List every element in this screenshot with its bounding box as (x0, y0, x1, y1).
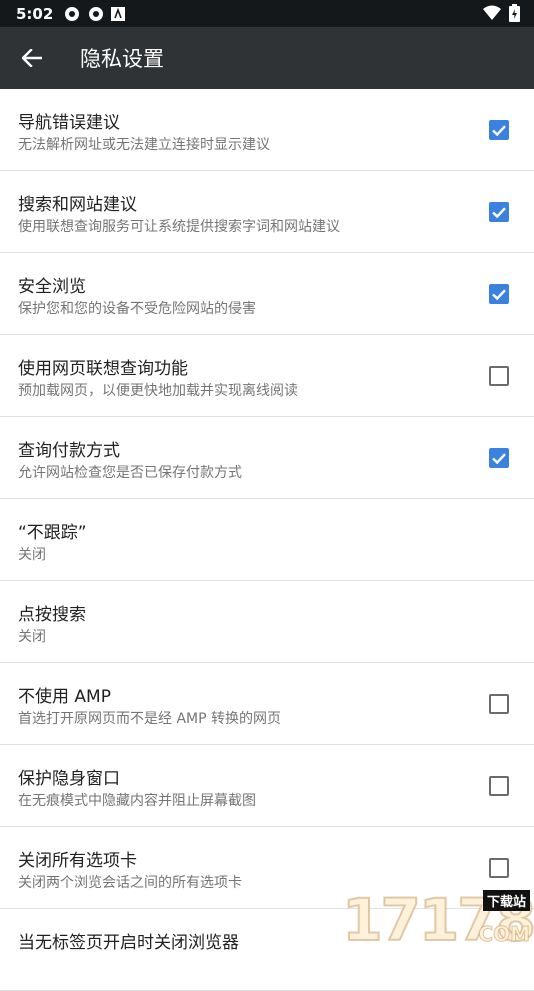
setting-summary: 保护您和您的设备不受危险网站的侵害 (18, 301, 256, 317)
settings-row[interactable]: 保护隐身窗口在无痕模式中隐藏内容并阻止屏幕截图 (0, 745, 534, 827)
setting-summary: 关闭 (18, 547, 46, 563)
wifi-icon (483, 5, 501, 20)
setting-title: 关闭所有选项卡 (18, 851, 137, 871)
setting-title: “不跟踪” (18, 523, 87, 543)
settings-row[interactable]: 使用网页联想查询功能预加载网页，以便更快地加载并实现离线阅读 (0, 335, 534, 417)
setting-title: 保护隐身窗口 (18, 769, 120, 789)
checkmark-icon (492, 453, 506, 465)
settings-row[interactable]: 点按搜索 关闭 (0, 581, 534, 663)
settings-row[interactable]: 安全浏览保护您和您的设备不受危险网站的侵害 (0, 253, 534, 335)
page-title: 隐私设置 (80, 47, 164, 71)
status-time: 5:02 (16, 4, 54, 23)
setting-summary: 关闭 (18, 629, 46, 645)
checkbox-checked[interactable] (489, 448, 509, 468)
settings-row[interactable]: 关闭所有选项卡关闭两个浏览会话之间的所有选项卡 (0, 827, 534, 909)
settings-row[interactable]: 当无标签页开启时关闭浏览器 (0, 909, 534, 991)
settings-row[interactable]: 不使用 AMP 首选打开原网页而不是经 AMP 转换的网页 (0, 663, 534, 745)
notification-icons (63, 5, 126, 23)
checkmark-icon (492, 207, 506, 219)
app-notification-icon (111, 6, 126, 21)
setting-title: 使用网页联想查询功能 (18, 359, 188, 379)
settings-row[interactable]: “不跟踪” 关闭 (0, 499, 534, 581)
app-notification-icon (65, 6, 80, 21)
setting-summary: 在无痕模式中隐藏内容并阻止屏幕截图 (18, 793, 256, 809)
app-bar: 隐私设置 (0, 27, 534, 89)
checkbox-unchecked[interactable] (489, 694, 509, 714)
setting-title: 搜索和网站建议 (18, 195, 137, 215)
checkmark-icon (492, 125, 506, 137)
back-arrow-icon (22, 49, 42, 67)
setting-title: 安全浏览 (18, 277, 86, 297)
checkbox-unchecked[interactable] (489, 858, 509, 878)
checkbox-checked[interactable] (489, 284, 509, 304)
checkbox-checked[interactable] (489, 202, 509, 222)
setting-summary: 预加载网页，以便更快地加载并实现离线阅读 (18, 383, 298, 399)
setting-summary: 关闭两个浏览会话之间的所有选项卡 (18, 875, 242, 891)
settings-row[interactable]: 查询付款方式允许网站检查您是否已保存付款方式 (0, 417, 534, 499)
setting-title: 不使用 AMP (18, 687, 111, 707)
checkbox-unchecked[interactable] (489, 776, 509, 796)
system-status (483, 4, 520, 22)
back-button[interactable] (0, 27, 64, 89)
app-notification-icon (89, 6, 104, 21)
setting-title: 查询付款方式 (18, 441, 120, 461)
checkbox-checked[interactable] (489, 120, 509, 140)
setting-summary: 允许网站检查您是否已保存付款方式 (18, 465, 242, 481)
setting-summary: 无法解析网址或无法建立连接时显示建议 (18, 137, 270, 153)
setting-title: 点按搜索 (18, 605, 86, 625)
checkmark-icon (492, 289, 506, 301)
status-bar: 5:02 (0, 0, 534, 27)
checkbox-unchecked[interactable] (489, 366, 509, 386)
setting-title: 导航错误建议 (18, 113, 120, 133)
battery-charging-icon (509, 4, 520, 22)
setting-title: 当无标签页开启时关闭浏览器 (18, 933, 239, 953)
settings-list: 导航错误建议无法解析网址或无法建立连接时显示建议搜索和网站建议使用联想查询服务可… (0, 89, 534, 991)
settings-row[interactable]: 搜索和网站建议使用联想查询服务可让系统提供搜索字词和网站建议 (0, 171, 534, 253)
setting-summary: 使用联想查询服务可让系统提供搜索字词和网站建议 (18, 219, 340, 235)
setting-summary: 首选打开原网页而不是经 AMP 转换的网页 (18, 711, 281, 727)
settings-row[interactable]: 导航错误建议无法解析网址或无法建立连接时显示建议 (0, 89, 534, 171)
